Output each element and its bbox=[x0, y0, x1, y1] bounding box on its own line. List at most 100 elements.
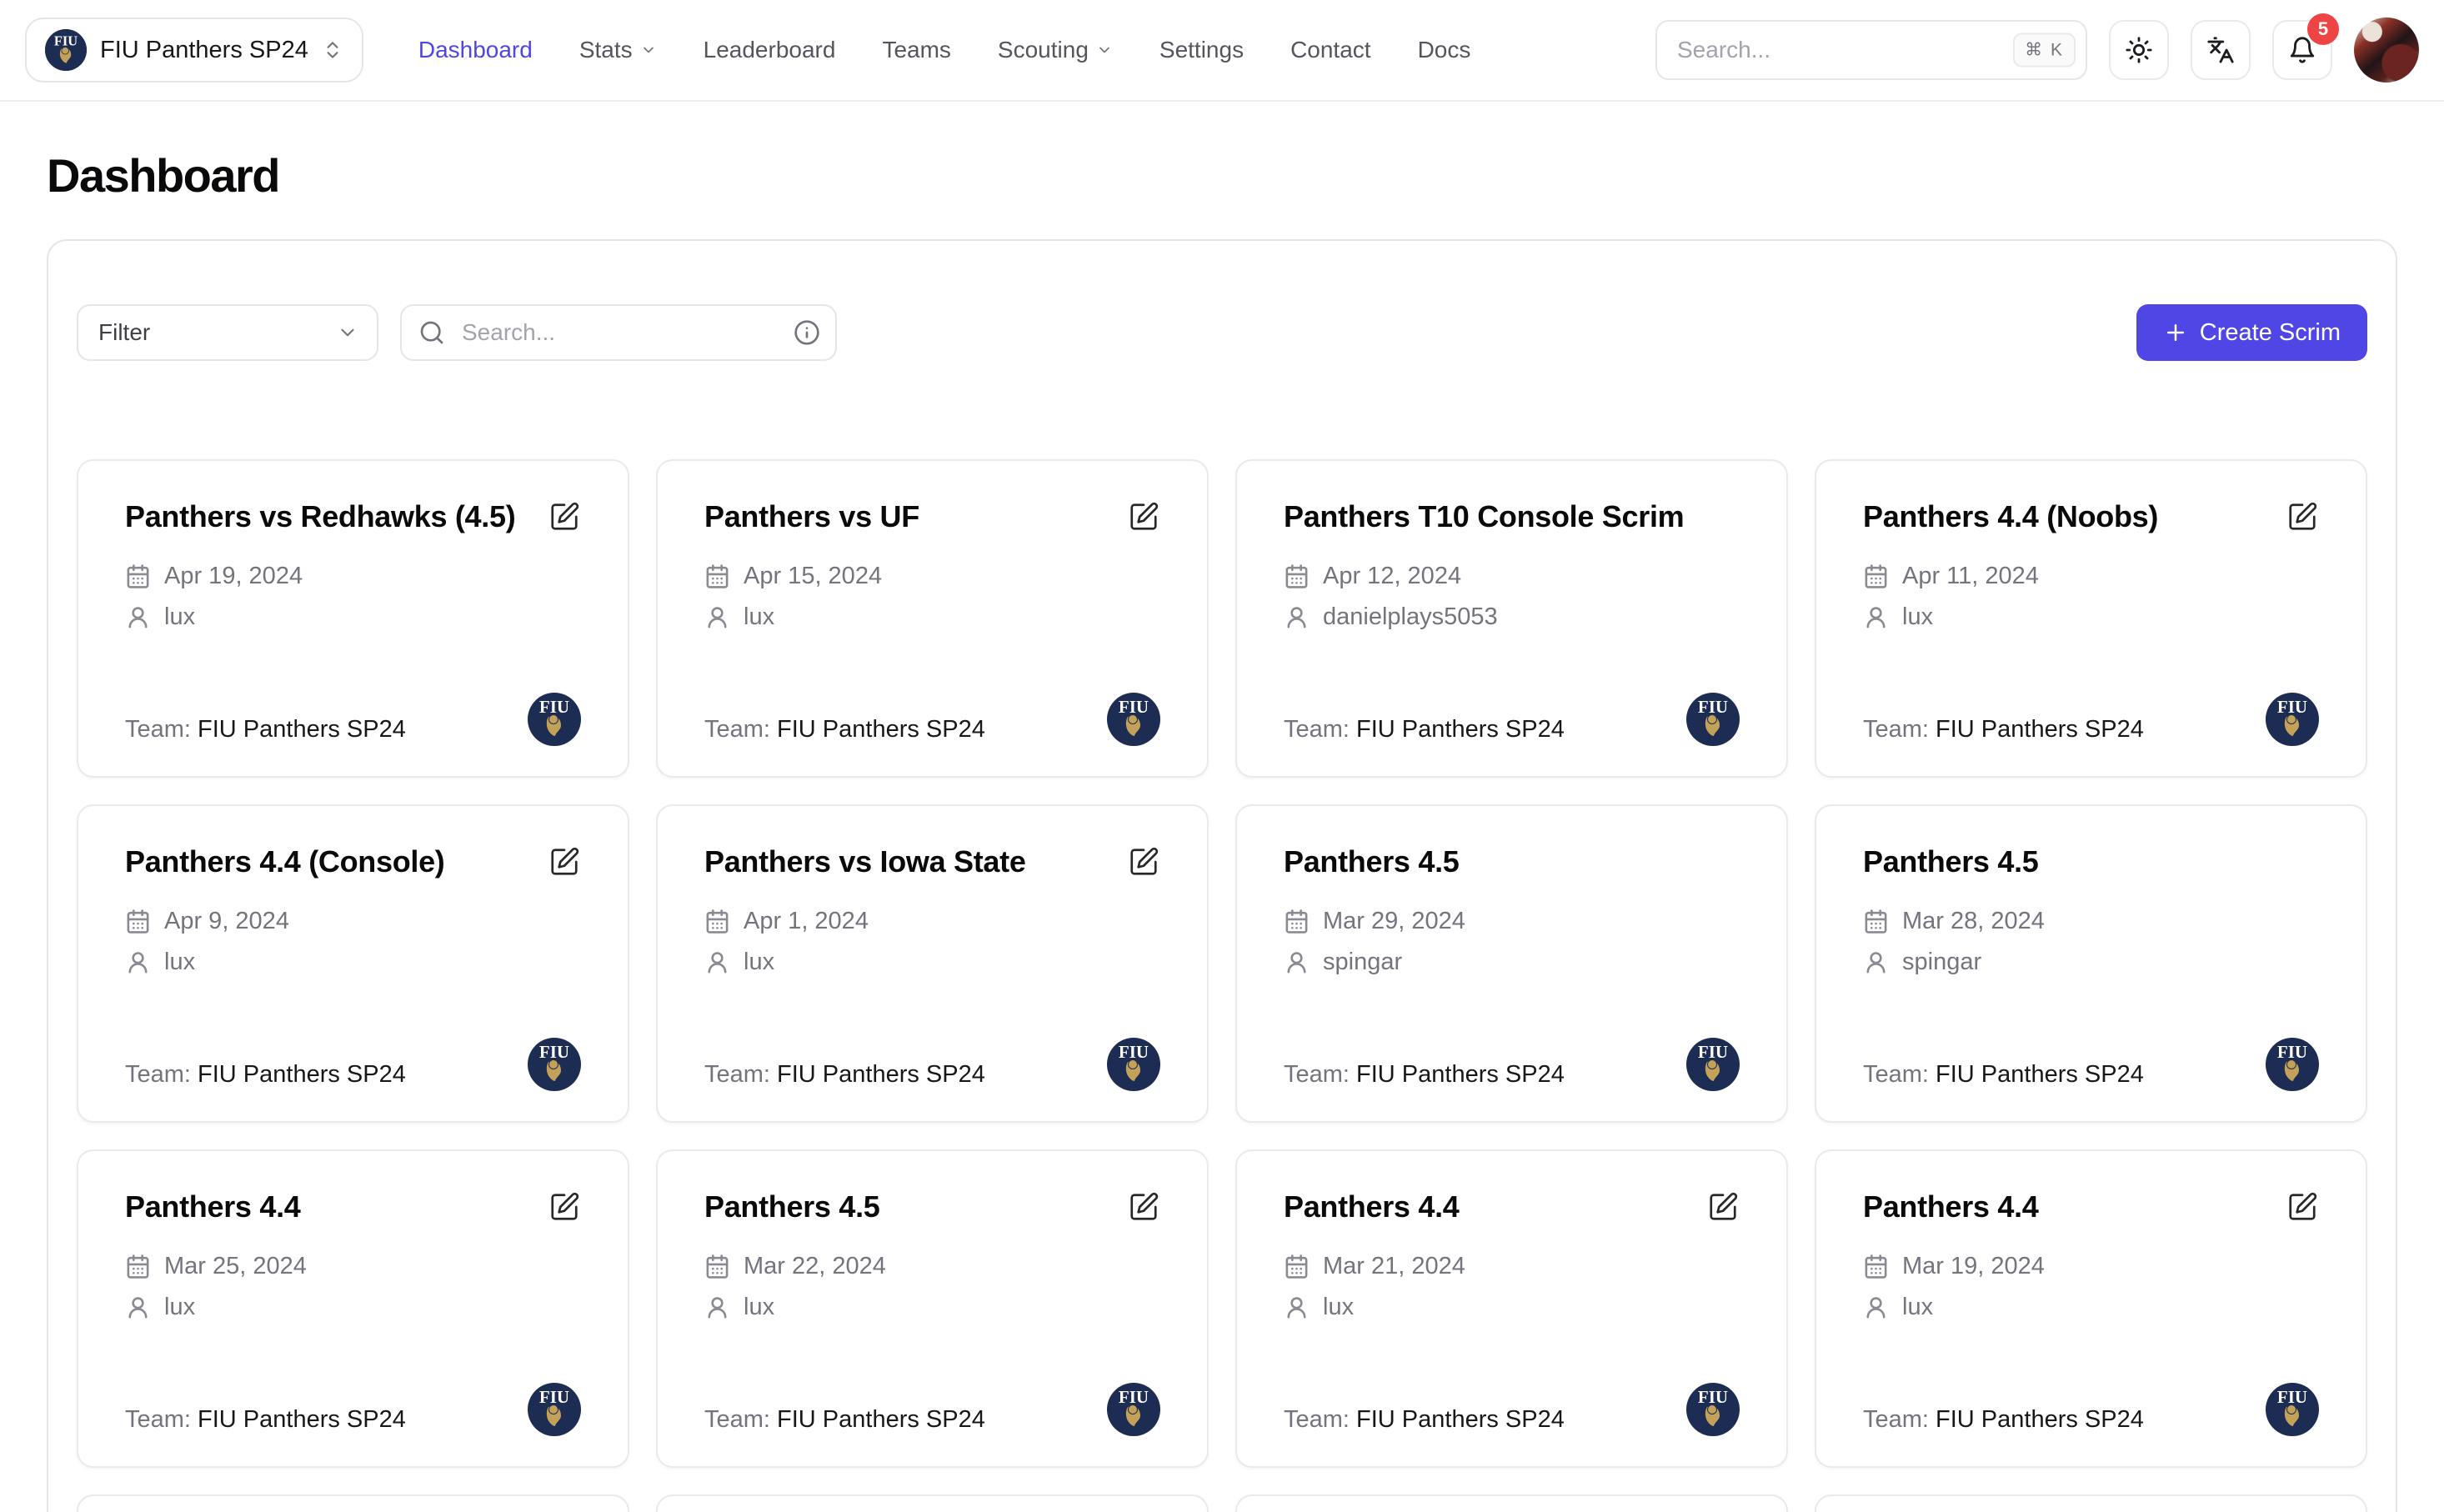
scrim-card-footer: Team: FIU Panthers SP24 FIU bbox=[1863, 1024, 2319, 1091]
scrim-card-footer: Team: FIU Panthers SP24 FIU bbox=[1284, 1024, 1740, 1091]
scrim-card[interactable]: Panthers 4.5 Mar 22, 2024 lux Team: FIU … bbox=[656, 1149, 1209, 1468]
nav-link-teams[interactable]: Teams bbox=[882, 37, 950, 63]
scrim-owner: lux bbox=[744, 1294, 774, 1321]
team-name: FIU Panthers SP24 bbox=[1936, 716, 2144, 743]
scrim-date: Mar 22, 2024 bbox=[744, 1253, 886, 1280]
edit-scrim-button[interactable] bbox=[548, 1191, 581, 1224]
user-icon bbox=[704, 1294, 730, 1320]
edit-icon bbox=[548, 846, 580, 878]
edit-scrim-button[interactable] bbox=[2286, 501, 2319, 534]
create-scrim-button[interactable]: Create Scrim bbox=[2136, 304, 2367, 361]
scrim-title: Panthers 4.4 bbox=[125, 1188, 536, 1226]
svg-text:FIU: FIU bbox=[539, 697, 569, 717]
scrim-date-row: Apr 9, 2024 bbox=[125, 908, 581, 935]
scrim-user-row: danielplays5053 bbox=[1284, 603, 1740, 631]
scrim-date: Apr 12, 2024 bbox=[1323, 563, 1461, 590]
team-logo-icon: FIU bbox=[2266, 1038, 2319, 1091]
team-logo-icon: FIU bbox=[528, 1383, 581, 1436]
edit-scrim-button[interactable] bbox=[1706, 1191, 1740, 1224]
scrim-card[interactable]: Panthers vs Iowa State Apr 1, 2024 lux T… bbox=[656, 804, 1209, 1123]
scrim-card[interactable]: Panthers 4.4 Mar 25, 2024 lux Team: FIU … bbox=[77, 1149, 629, 1468]
nav-link-label: Scouting bbox=[998, 37, 1089, 63]
languages-icon bbox=[2206, 36, 2235, 64]
scrim-card-footer: Team: FIU Panthers SP24 FIU bbox=[1863, 1369, 2319, 1436]
scrim-owner: lux bbox=[164, 949, 195, 976]
scrim-date: Mar 29, 2024 bbox=[1323, 908, 1465, 935]
nav-link-leaderboard[interactable]: Leaderboard bbox=[704, 37, 836, 63]
calendar-icon bbox=[704, 563, 730, 589]
user-icon bbox=[1284, 949, 1310, 975]
nav-link-scouting[interactable]: Scouting bbox=[998, 37, 1113, 63]
team-label: Team: bbox=[1284, 716, 1356, 743]
scrim-card[interactable]: Panthers 4.5 Mar 28, 2024 spingar Team: … bbox=[1815, 804, 2367, 1123]
theme-toggle-button[interactable] bbox=[2109, 20, 2169, 80]
nav-link-docs[interactable]: Docs bbox=[1418, 37, 1471, 63]
scrim-owner: lux bbox=[744, 603, 774, 631]
scrim-title: Panthers vs Redhawks (4.5) bbox=[125, 498, 536, 536]
scrim-date-row: Mar 19, 2024 bbox=[1863, 1253, 2319, 1280]
scrim-card[interactable]: Panthers 4.4 Mar 21, 2024 lux Team: FIU … bbox=[1235, 1149, 1788, 1468]
nav-link-stats[interactable]: Stats bbox=[579, 37, 657, 63]
scrim-card-cutoff[interactable] bbox=[656, 1494, 1209, 1512]
scrim-title: Panthers T10 Console Scrim bbox=[1284, 498, 1740, 536]
info-icon[interactable] bbox=[794, 319, 820, 346]
sun-icon bbox=[2125, 36, 2153, 64]
edit-icon bbox=[1707, 1191, 1739, 1223]
edit-scrim-button[interactable] bbox=[1127, 1191, 1160, 1224]
team-label: Team: bbox=[1284, 1406, 1356, 1433]
scrim-meta: Apr 11, 2024 lux bbox=[1863, 563, 2319, 631]
scrim-card[interactable]: Panthers vs Redhawks (4.5) Apr 19, 2024 … bbox=[77, 459, 629, 778]
scrim-card-cutoff[interactable] bbox=[1235, 1494, 1788, 1512]
language-button[interactable] bbox=[2191, 20, 2251, 80]
nav-link-settings[interactable]: Settings bbox=[1159, 37, 1244, 63]
scrim-card-header: Panthers 4.5 bbox=[704, 1188, 1160, 1226]
edit-scrim-button[interactable] bbox=[548, 846, 581, 879]
edit-scrim-button[interactable] bbox=[1127, 846, 1160, 879]
filter-select[interactable]: Filter bbox=[77, 304, 378, 361]
calendar-icon bbox=[125, 563, 151, 589]
team-label: Team: bbox=[125, 1406, 198, 1433]
scrim-user-row: spingar bbox=[1863, 949, 2319, 976]
nav-link-dashboard[interactable]: Dashboard bbox=[418, 37, 533, 63]
team-selector[interactable]: FIU FIU Panthers SP24 bbox=[25, 18, 363, 83]
team-label: Team: bbox=[1863, 1061, 1936, 1088]
scrim-card[interactable]: Panthers vs UF Apr 15, 2024 lux Team: FI… bbox=[656, 459, 1209, 778]
main-content: Dashboard Filter Create Scrim Panthers v… bbox=[0, 148, 2444, 1512]
scrim-card[interactable]: Panthers 4.5 Mar 29, 2024 spingar Team: … bbox=[1235, 804, 1788, 1123]
user-icon bbox=[125, 1294, 151, 1320]
edit-icon bbox=[2286, 501, 2318, 533]
scrim-title: Panthers vs UF bbox=[704, 498, 1115, 536]
edit-scrim-button[interactable] bbox=[548, 501, 581, 534]
scrim-card-header: Panthers T10 Console Scrim bbox=[1284, 498, 1740, 536]
team-label: Team: bbox=[1284, 1061, 1356, 1088]
scrim-search-input[interactable] bbox=[400, 304, 837, 361]
scrim-card[interactable]: Panthers 4.4 (Noobs) Apr 11, 2024 lux Te… bbox=[1815, 459, 2367, 778]
edit-scrim-button[interactable] bbox=[1127, 501, 1160, 534]
scrim-date: Apr 19, 2024 bbox=[164, 563, 303, 590]
chevron-down-icon bbox=[337, 322, 358, 343]
scrim-owner: lux bbox=[1323, 1294, 1354, 1321]
scrim-card-cutoff[interactable] bbox=[1815, 1494, 2367, 1512]
scrim-team-line: Team: FIU Panthers SP24 bbox=[125, 713, 406, 746]
scrim-user-row: lux bbox=[125, 1294, 581, 1321]
scrim-date: Apr 1, 2024 bbox=[744, 908, 869, 935]
scrim-card-cutoff[interactable] bbox=[77, 1494, 629, 1512]
scrim-user-row: lux bbox=[1863, 603, 2319, 631]
scrim-team-line: Team: FIU Panthers SP24 bbox=[1863, 1058, 2144, 1091]
scrim-card[interactable]: Panthers 4.4 Mar 19, 2024 lux Team: FIU … bbox=[1815, 1149, 2367, 1468]
user-avatar[interactable] bbox=[2354, 18, 2419, 83]
notifications-button[interactable]: 5 bbox=[2272, 20, 2332, 80]
scrim-card[interactable]: Panthers T10 Console Scrim Apr 12, 2024 … bbox=[1235, 459, 1788, 778]
edit-scrim-button[interactable] bbox=[2286, 1191, 2319, 1224]
scrim-date: Mar 28, 2024 bbox=[1902, 908, 2045, 935]
team-logo-icon: FIU bbox=[1107, 1383, 1160, 1436]
scrim-meta: Mar 21, 2024 lux bbox=[1284, 1253, 1740, 1321]
calendar-icon bbox=[1284, 1254, 1310, 1279]
scrim-date-row: Mar 25, 2024 bbox=[125, 1253, 581, 1280]
svg-text:FIU: FIU bbox=[2277, 1042, 2307, 1062]
nav-link-contact[interactable]: Contact bbox=[1290, 37, 1371, 63]
scrim-card[interactable]: Panthers 4.4 (Console) Apr 9, 2024 lux T… bbox=[77, 804, 629, 1123]
chevron-down-icon bbox=[640, 42, 657, 58]
user-icon bbox=[1284, 604, 1310, 630]
scrim-date-row: Mar 22, 2024 bbox=[704, 1253, 1160, 1280]
